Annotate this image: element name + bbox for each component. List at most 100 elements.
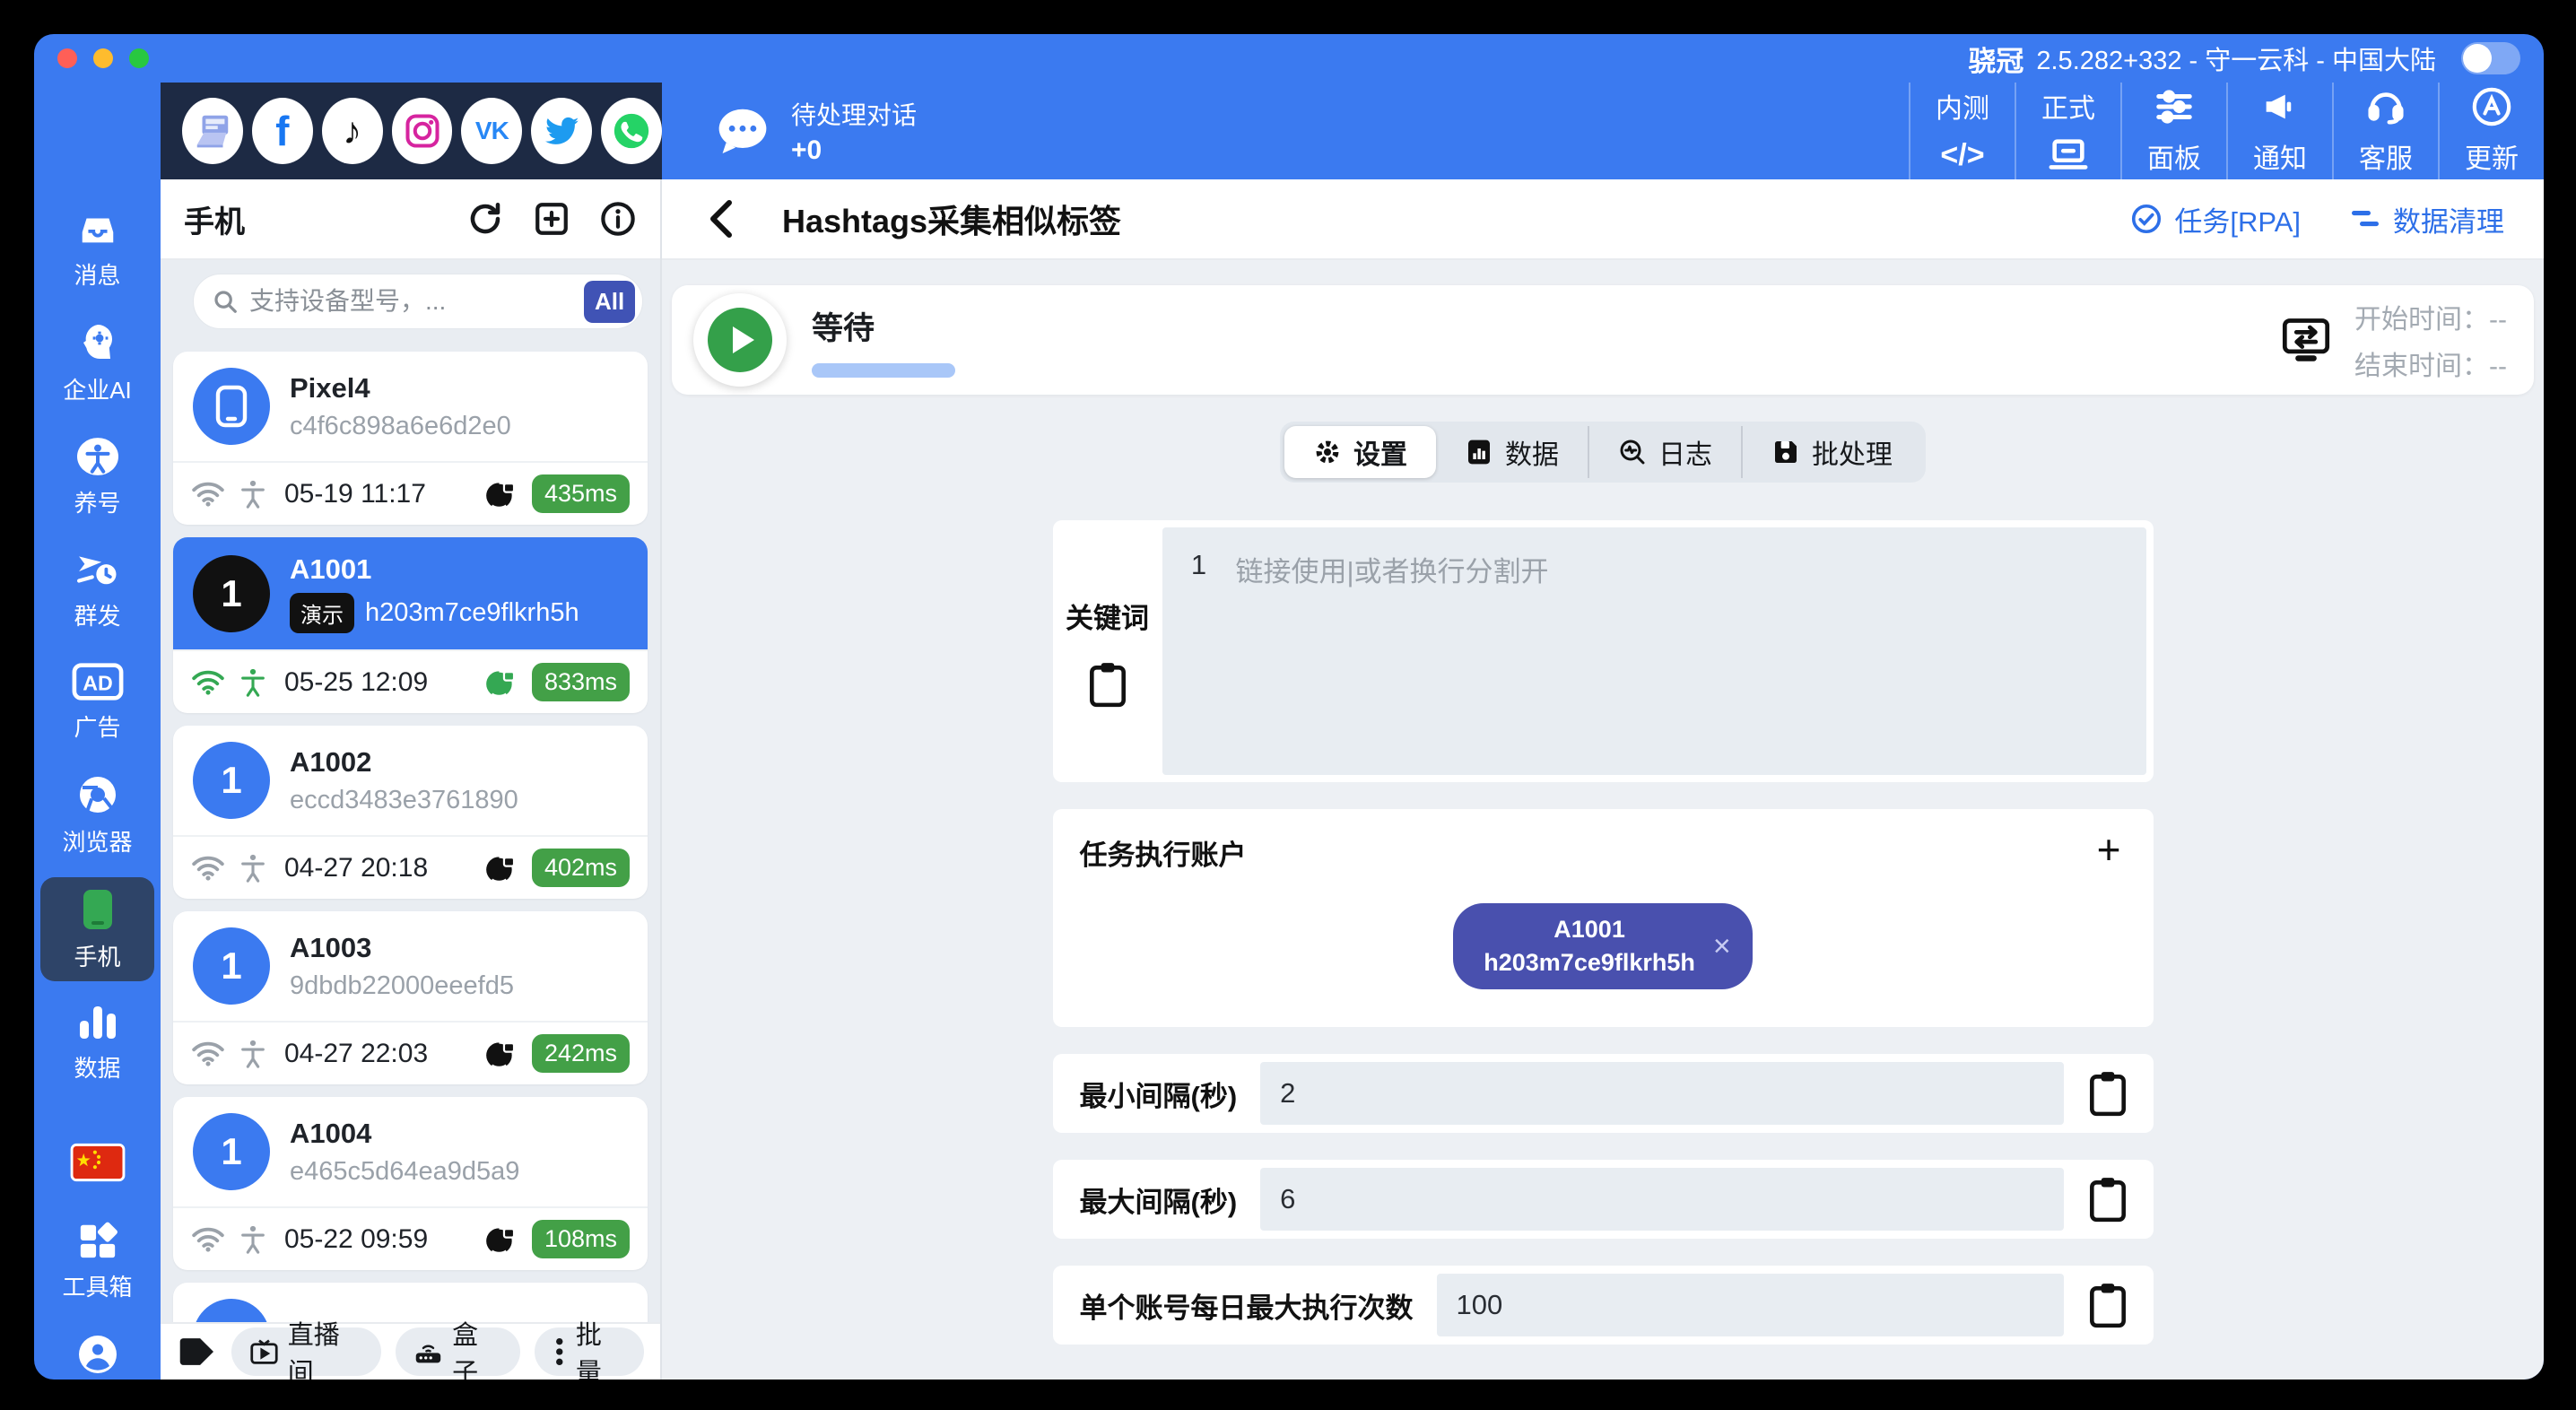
device-laptop-icon[interactable]: [182, 98, 243, 164]
tab-data[interactable]: 数据: [1436, 426, 1588, 478]
keyword-textarea[interactable]: 1 链接使用|或者换行分割开: [1162, 527, 2146, 775]
action-beta[interactable]: 内测 </>: [1909, 83, 2015, 179]
keyword-card: 关键词 1 链接使用|或者换行分割开: [1052, 520, 2154, 782]
blue-action-bar: 待处理对话 +0 内测 </> 正式 面板 通知 客服 更新: [662, 83, 2544, 179]
monitor-transfer-icon[interactable]: [2281, 317, 2331, 363]
tab-logs[interactable]: 日志: [1588, 426, 1741, 478]
sidebar-item-nurture[interactable]: 养号: [40, 425, 154, 527]
sidebar-item-ads[interactable]: AD 广告: [40, 651, 154, 752]
sidebar-item-browser[interactable]: 浏览器: [40, 762, 154, 866]
device-search[interactable]: All: [193, 274, 644, 329]
sidebar-item-phone[interactable]: 手机: [40, 877, 154, 981]
tab-settings[interactable]: 设置: [1284, 426, 1436, 478]
zoom-window-button[interactable]: [129, 48, 149, 68]
device-card-pixel4[interactable]: Pixel4 c4f6c898a6e6d2e0 05-19 11:17 435m…: [173, 352, 648, 525]
toolbox-icon: [80, 1222, 117, 1258]
sidebar-item-enterprise-ai[interactable]: 企业AI: [40, 310, 154, 414]
globe-lock-icon: [486, 852, 516, 883]
max-interval-row: 最大间隔(秒): [1052, 1160, 2154, 1240]
latency-badge: 242ms: [531, 1034, 630, 1073]
max-interval-input[interactable]: [1260, 1168, 2064, 1232]
sidebar-label: 企业AI: [63, 377, 132, 404]
device-last-seen: 05-19 11:17: [284, 478, 426, 509]
device-card-a1003[interactable]: 1 A1003 9dbdb22000eeefd5 04-27 22:03 242…: [173, 911, 648, 1084]
sidebar-label: 消息: [74, 262, 121, 289]
latency-badge: 402ms: [531, 849, 630, 887]
account-chip[interactable]: A1001 h203m7ce9flkrh5h ×: [1453, 903, 1753, 990]
close-window-button[interactable]: [57, 48, 77, 68]
globe-lock-icon: [486, 1038, 516, 1068]
action-update[interactable]: 更新: [2438, 83, 2544, 179]
sidebar-item-bulk-send[interactable]: 群发: [40, 538, 154, 640]
clean-lines-icon: [2352, 211, 2379, 227]
person-icon: [241, 1040, 265, 1068]
refresh-icon[interactable]: [466, 200, 504, 238]
task-rpa-label: 任务[RPA]: [2174, 205, 2301, 238]
tab-data-label: 数据: [1505, 440, 1559, 470]
device-card-a1001-selected[interactable]: 1 A1001 演示 h203m7ce9flkrh5h 05-25 12:09 …: [173, 537, 648, 713]
filter-all-badge[interactable]: All: [584, 280, 636, 323]
china-flag-icon: [70, 1143, 125, 1182]
tag-icon[interactable]: [177, 1334, 217, 1370]
minimize-window-button[interactable]: [93, 48, 113, 68]
device-id: eccd3483e3761890: [290, 785, 518, 814]
whatsapp-icon[interactable]: [601, 98, 663, 164]
device-card-a1002[interactable]: 1 A1002 eccd3483e3761890 04-27 20:18 402…: [173, 726, 648, 899]
batch-button[interactable]: 批量: [535, 1321, 644, 1380]
tiktok-icon[interactable]: ♪: [321, 98, 383, 164]
daily-max-input[interactable]: [1436, 1274, 2064, 1337]
globe-lock-icon: [486, 666, 516, 697]
task-settings-form: 关键词 1 链接使用|或者换行分割开 任务执行账户 + A1001 h203m7…: [1052, 520, 2154, 1345]
search-input[interactable]: [249, 287, 573, 316]
pending-chat[interactable]: 待处理对话 +0: [662, 83, 917, 179]
wifi-icon: [192, 1227, 224, 1252]
paste-clipboard-icon[interactable]: [2087, 1282, 2128, 1328]
ai-head-icon: [83, 325, 112, 359]
sidebar-item-user[interactable]: 用户: [40, 1322, 154, 1380]
box-button[interactable]: 盒子: [396, 1321, 521, 1380]
chip-remove-icon[interactable]: ×: [1713, 929, 1731, 964]
action-notify[interactable]: 通知: [2226, 83, 2332, 179]
region-toggle[interactable]: [2461, 42, 2520, 74]
tab-batch[interactable]: 批处理: [1741, 426, 1921, 478]
action-panel[interactable]: 面板: [2120, 83, 2226, 179]
live-room-button[interactable]: 直播间: [231, 1321, 382, 1380]
add-device-icon[interactable]: [533, 200, 570, 238]
run-button[interactable]: [693, 293, 787, 387]
wifi-icon: [192, 670, 224, 695]
data-clean-link[interactable]: 数据清理: [2349, 199, 2504, 239]
action-release[interactable]: 正式: [2015, 83, 2120, 179]
keyword-label: 关键词: [1066, 602, 1149, 634]
paste-clipboard-icon[interactable]: [2087, 1070, 2128, 1117]
paste-clipboard-icon[interactable]: [2087, 1176, 2128, 1223]
accessibility-icon: [76, 438, 118, 475]
device-panel: 手机 All: [161, 179, 662, 1380]
device-card-a1004[interactable]: 1 A1004 e465c5d64ea9d5a9 05-22 09:59 108…: [173, 1097, 648, 1270]
bar-chart-icon: [79, 1006, 116, 1039]
task-rpa-link[interactable]: 任务[RPA]: [2130, 199, 2301, 239]
sidebar-item-messages[interactable]: 消息: [40, 197, 154, 300]
back-icon[interactable]: [705, 199, 735, 239]
paste-clipboard-icon[interactable]: [1087, 661, 1128, 708]
region-flag-button[interactable]: [40, 1132, 154, 1191]
search-icon: [214, 291, 237, 313]
twitter-icon[interactable]: [531, 98, 593, 164]
daily-max-label: 单个账号每日最大执行次数: [1079, 1292, 1414, 1324]
sidebar-item-toolbox[interactable]: 工具箱: [40, 1209, 154, 1311]
info-icon[interactable]: [599, 200, 637, 238]
sidebar-label: 工具箱: [62, 1274, 133, 1301]
check-circle-icon: [2132, 204, 2162, 234]
demo-badge: 演示: [290, 593, 354, 633]
action-support[interactable]: 客服: [2332, 83, 2438, 179]
min-interval-input[interactable]: [1260, 1062, 2064, 1126]
add-account-button[interactable]: +: [2097, 829, 2121, 870]
facebook-icon[interactable]: f: [251, 98, 313, 164]
action-update-label: 更新: [2465, 144, 2519, 174]
sidebar-label: 数据: [74, 1055, 121, 1082]
sidebar-item-data[interactable]: 数据: [40, 992, 154, 1092]
instagram-icon[interactable]: [391, 98, 453, 164]
vk-icon[interactable]: VK: [461, 98, 523, 164]
line-number: 1: [1190, 549, 1207, 580]
device-id: 9dbdb22000eeefd5: [290, 970, 514, 1000]
